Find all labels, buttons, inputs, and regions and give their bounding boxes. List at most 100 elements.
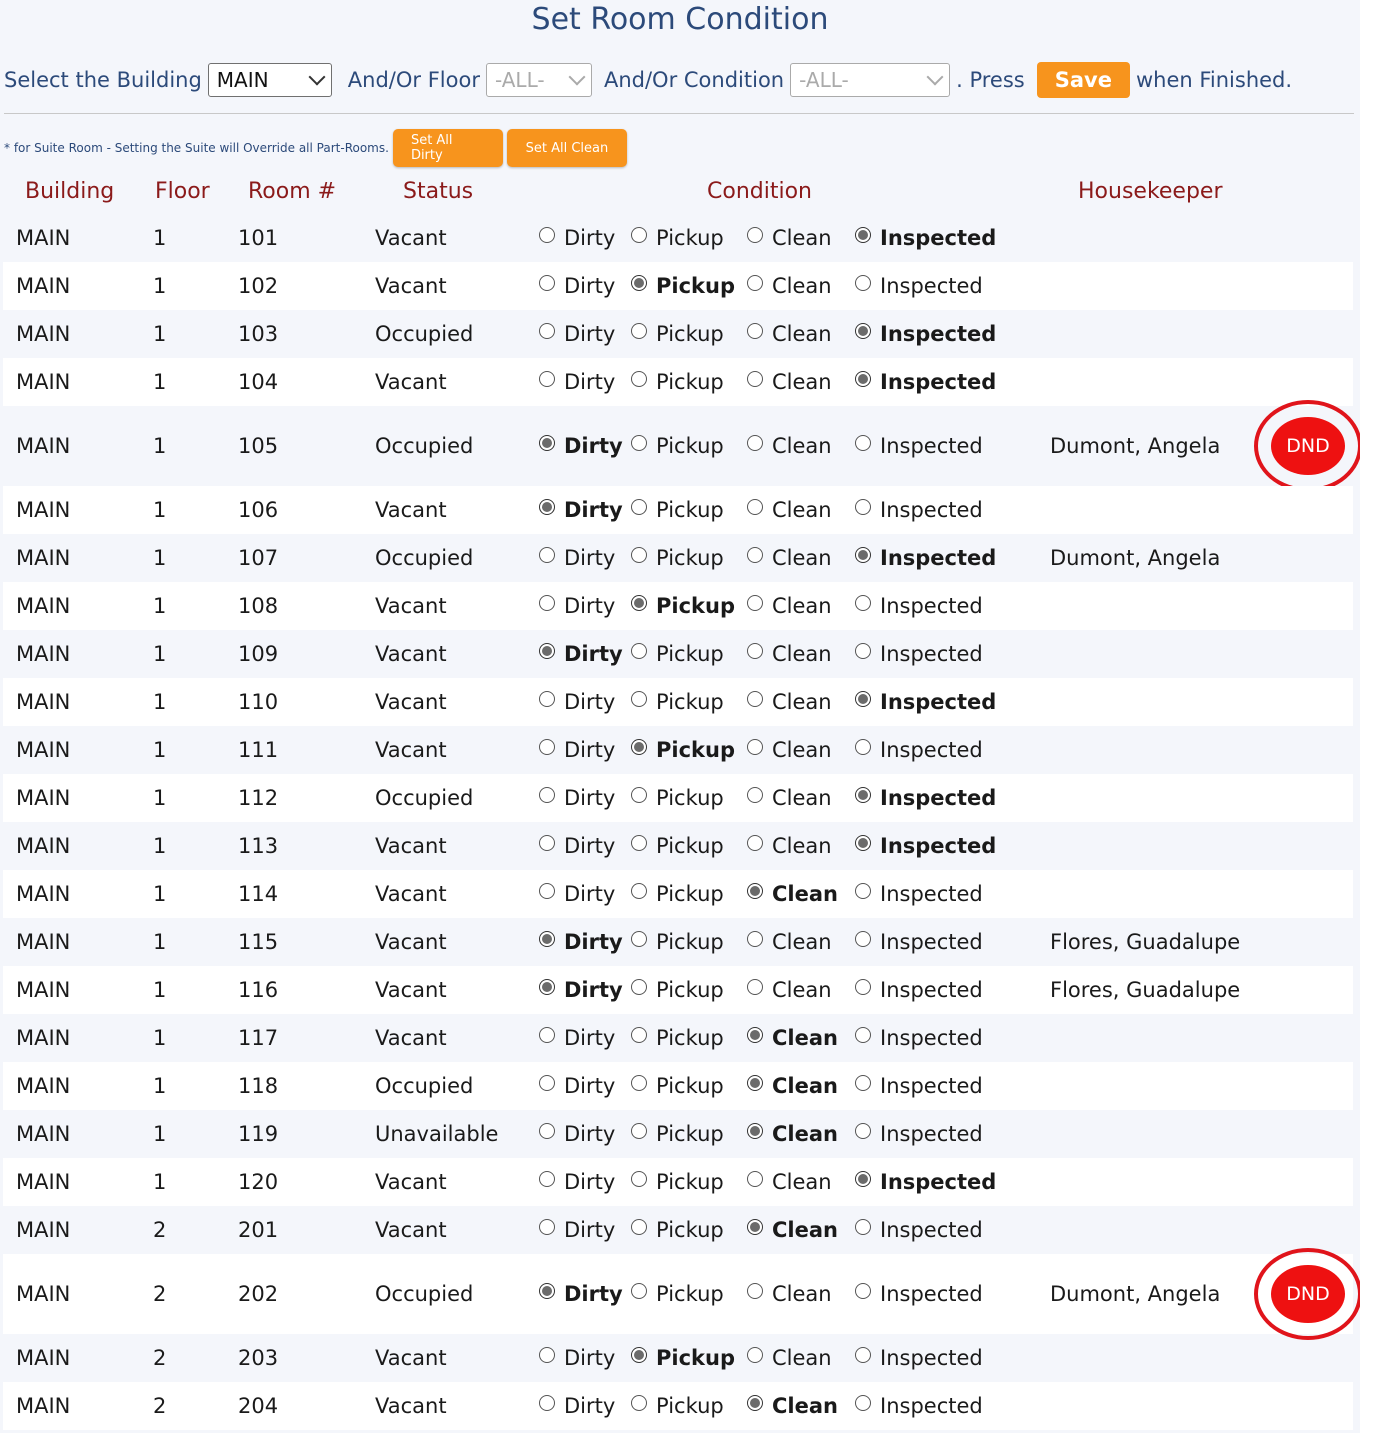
condition-option-pickup[interactable]: Pickup: [631, 630, 724, 678]
condition-option-inspected[interactable]: Inspected: [855, 310, 996, 358]
radio-button[interactable]: [539, 547, 555, 563]
condition-option-inspected[interactable]: Inspected: [855, 918, 983, 966]
radio-button[interactable]: [631, 739, 647, 755]
condition-option-dirty[interactable]: Dirty: [539, 1254, 623, 1334]
condition-option-dirty[interactable]: Dirty: [539, 918, 623, 966]
condition-option-clean[interactable]: Clean: [747, 918, 832, 966]
radio-button[interactable]: [747, 1283, 763, 1299]
radio-button[interactable]: [539, 1027, 555, 1043]
radio-button[interactable]: [747, 1123, 763, 1139]
radio-button[interactable]: [631, 1171, 647, 1187]
condition-option-inspected[interactable]: Inspected: [855, 262, 983, 310]
radio-button[interactable]: [747, 979, 763, 995]
radio-button[interactable]: [539, 1219, 555, 1235]
radio-button[interactable]: [747, 931, 763, 947]
radio-button[interactable]: [747, 1219, 763, 1235]
condition-option-pickup[interactable]: Pickup: [631, 406, 724, 486]
radio-button[interactable]: [631, 323, 647, 339]
radio-button[interactable]: [539, 835, 555, 851]
condition-option-dirty[interactable]: Dirty: [539, 1334, 615, 1382]
condition-option-inspected[interactable]: Inspected: [855, 1254, 983, 1334]
radio-button[interactable]: [631, 435, 647, 451]
radio-button[interactable]: [747, 547, 763, 563]
condition-option-pickup[interactable]: Pickup: [631, 870, 724, 918]
dnd-button[interactable]: DND: [1271, 417, 1345, 475]
radio-button[interactable]: [539, 1075, 555, 1091]
radio-button[interactable]: [631, 1027, 647, 1043]
condition-option-dirty[interactable]: Dirty: [539, 822, 615, 870]
radio-button[interactable]: [539, 883, 555, 899]
condition-option-clean[interactable]: Clean: [747, 630, 832, 678]
radio-button[interactable]: [855, 1171, 871, 1187]
condition-option-inspected[interactable]: Inspected: [855, 582, 983, 630]
condition-option-clean[interactable]: Clean: [747, 1014, 838, 1062]
condition-option-dirty[interactable]: Dirty: [539, 1206, 615, 1254]
condition-option-dirty[interactable]: Dirty: [539, 534, 615, 582]
radio-button[interactable]: [747, 1075, 763, 1091]
radio-button[interactable]: [855, 1075, 871, 1091]
condition-option-clean[interactable]: Clean: [747, 486, 832, 534]
condition-option-pickup[interactable]: Pickup: [631, 534, 724, 582]
condition-option-pickup[interactable]: Pickup: [631, 1382, 724, 1430]
radio-button[interactable]: [631, 931, 647, 947]
condition-option-inspected[interactable]: Inspected: [855, 1014, 983, 1062]
radio-button[interactable]: [539, 691, 555, 707]
radio-button[interactable]: [539, 595, 555, 611]
radio-button[interactable]: [631, 1219, 647, 1235]
radio-button[interactable]: [539, 787, 555, 803]
radio-button[interactable]: [539, 931, 555, 947]
condition-option-clean[interactable]: Clean: [747, 358, 832, 406]
radio-button[interactable]: [631, 371, 647, 387]
condition-option-pickup[interactable]: Pickup: [631, 726, 735, 774]
radio-button[interactable]: [855, 691, 871, 707]
radio-button[interactable]: [747, 1395, 763, 1411]
radio-button[interactable]: [631, 227, 647, 243]
condition-option-clean[interactable]: Clean: [747, 822, 832, 870]
radio-button[interactable]: [539, 1347, 555, 1363]
radio-button[interactable]: [539, 1283, 555, 1299]
radio-button[interactable]: [539, 739, 555, 755]
floor-select[interactable]: -ALL-: [485, 63, 592, 97]
condition-option-clean[interactable]: Clean: [747, 310, 832, 358]
building-select[interactable]: MAIN: [207, 63, 332, 97]
radio-button[interactable]: [539, 435, 555, 451]
condition-option-inspected[interactable]: Inspected: [855, 486, 983, 534]
radio-button[interactable]: [631, 1075, 647, 1091]
condition-option-pickup[interactable]: Pickup: [631, 1014, 724, 1062]
radio-button[interactable]: [855, 275, 871, 291]
condition-option-clean[interactable]: Clean: [747, 1110, 838, 1158]
condition-option-inspected[interactable]: Inspected: [855, 726, 983, 774]
condition-option-dirty[interactable]: Dirty: [539, 1014, 615, 1062]
condition-option-inspected[interactable]: Inspected: [855, 1334, 983, 1382]
condition-option-inspected[interactable]: Inspected: [855, 1206, 983, 1254]
radio-button[interactable]: [855, 595, 871, 611]
condition-option-pickup[interactable]: Pickup: [631, 822, 724, 870]
condition-option-pickup[interactable]: Pickup: [631, 1206, 724, 1254]
condition-option-dirty[interactable]: Dirty: [539, 774, 615, 822]
condition-option-inspected[interactable]: Inspected: [855, 534, 996, 582]
condition-option-pickup[interactable]: Pickup: [631, 966, 724, 1014]
radio-button[interactable]: [855, 1347, 871, 1363]
condition-option-dirty[interactable]: Dirty: [539, 1062, 615, 1110]
set-all-dirty-button[interactable]: Set All Dirty: [392, 129, 503, 167]
radio-button[interactable]: [631, 643, 647, 659]
radio-button[interactable]: [747, 323, 763, 339]
condition-option-pickup[interactable]: Pickup: [631, 214, 724, 262]
radio-button[interactable]: [631, 275, 647, 291]
condition-option-inspected[interactable]: Inspected: [855, 406, 983, 486]
radio-button[interactable]: [855, 1395, 871, 1411]
radio-button[interactable]: [855, 1123, 871, 1139]
condition-option-dirty[interactable]: Dirty: [539, 358, 615, 406]
set-all-clean-button[interactable]: Set All Clean: [506, 129, 627, 167]
condition-option-inspected[interactable]: Inspected: [855, 1110, 983, 1158]
radio-button[interactable]: [631, 547, 647, 563]
condition-option-dirty[interactable]: Dirty: [539, 310, 615, 358]
radio-button[interactable]: [855, 787, 871, 803]
condition-option-inspected[interactable]: Inspected: [855, 1062, 983, 1110]
condition-option-dirty[interactable]: Dirty: [539, 966, 623, 1014]
radio-button[interactable]: [631, 499, 647, 515]
radio-button[interactable]: [631, 691, 647, 707]
radio-button[interactable]: [539, 1123, 555, 1139]
radio-button[interactable]: [539, 1395, 555, 1411]
condition-option-pickup[interactable]: Pickup: [631, 358, 724, 406]
